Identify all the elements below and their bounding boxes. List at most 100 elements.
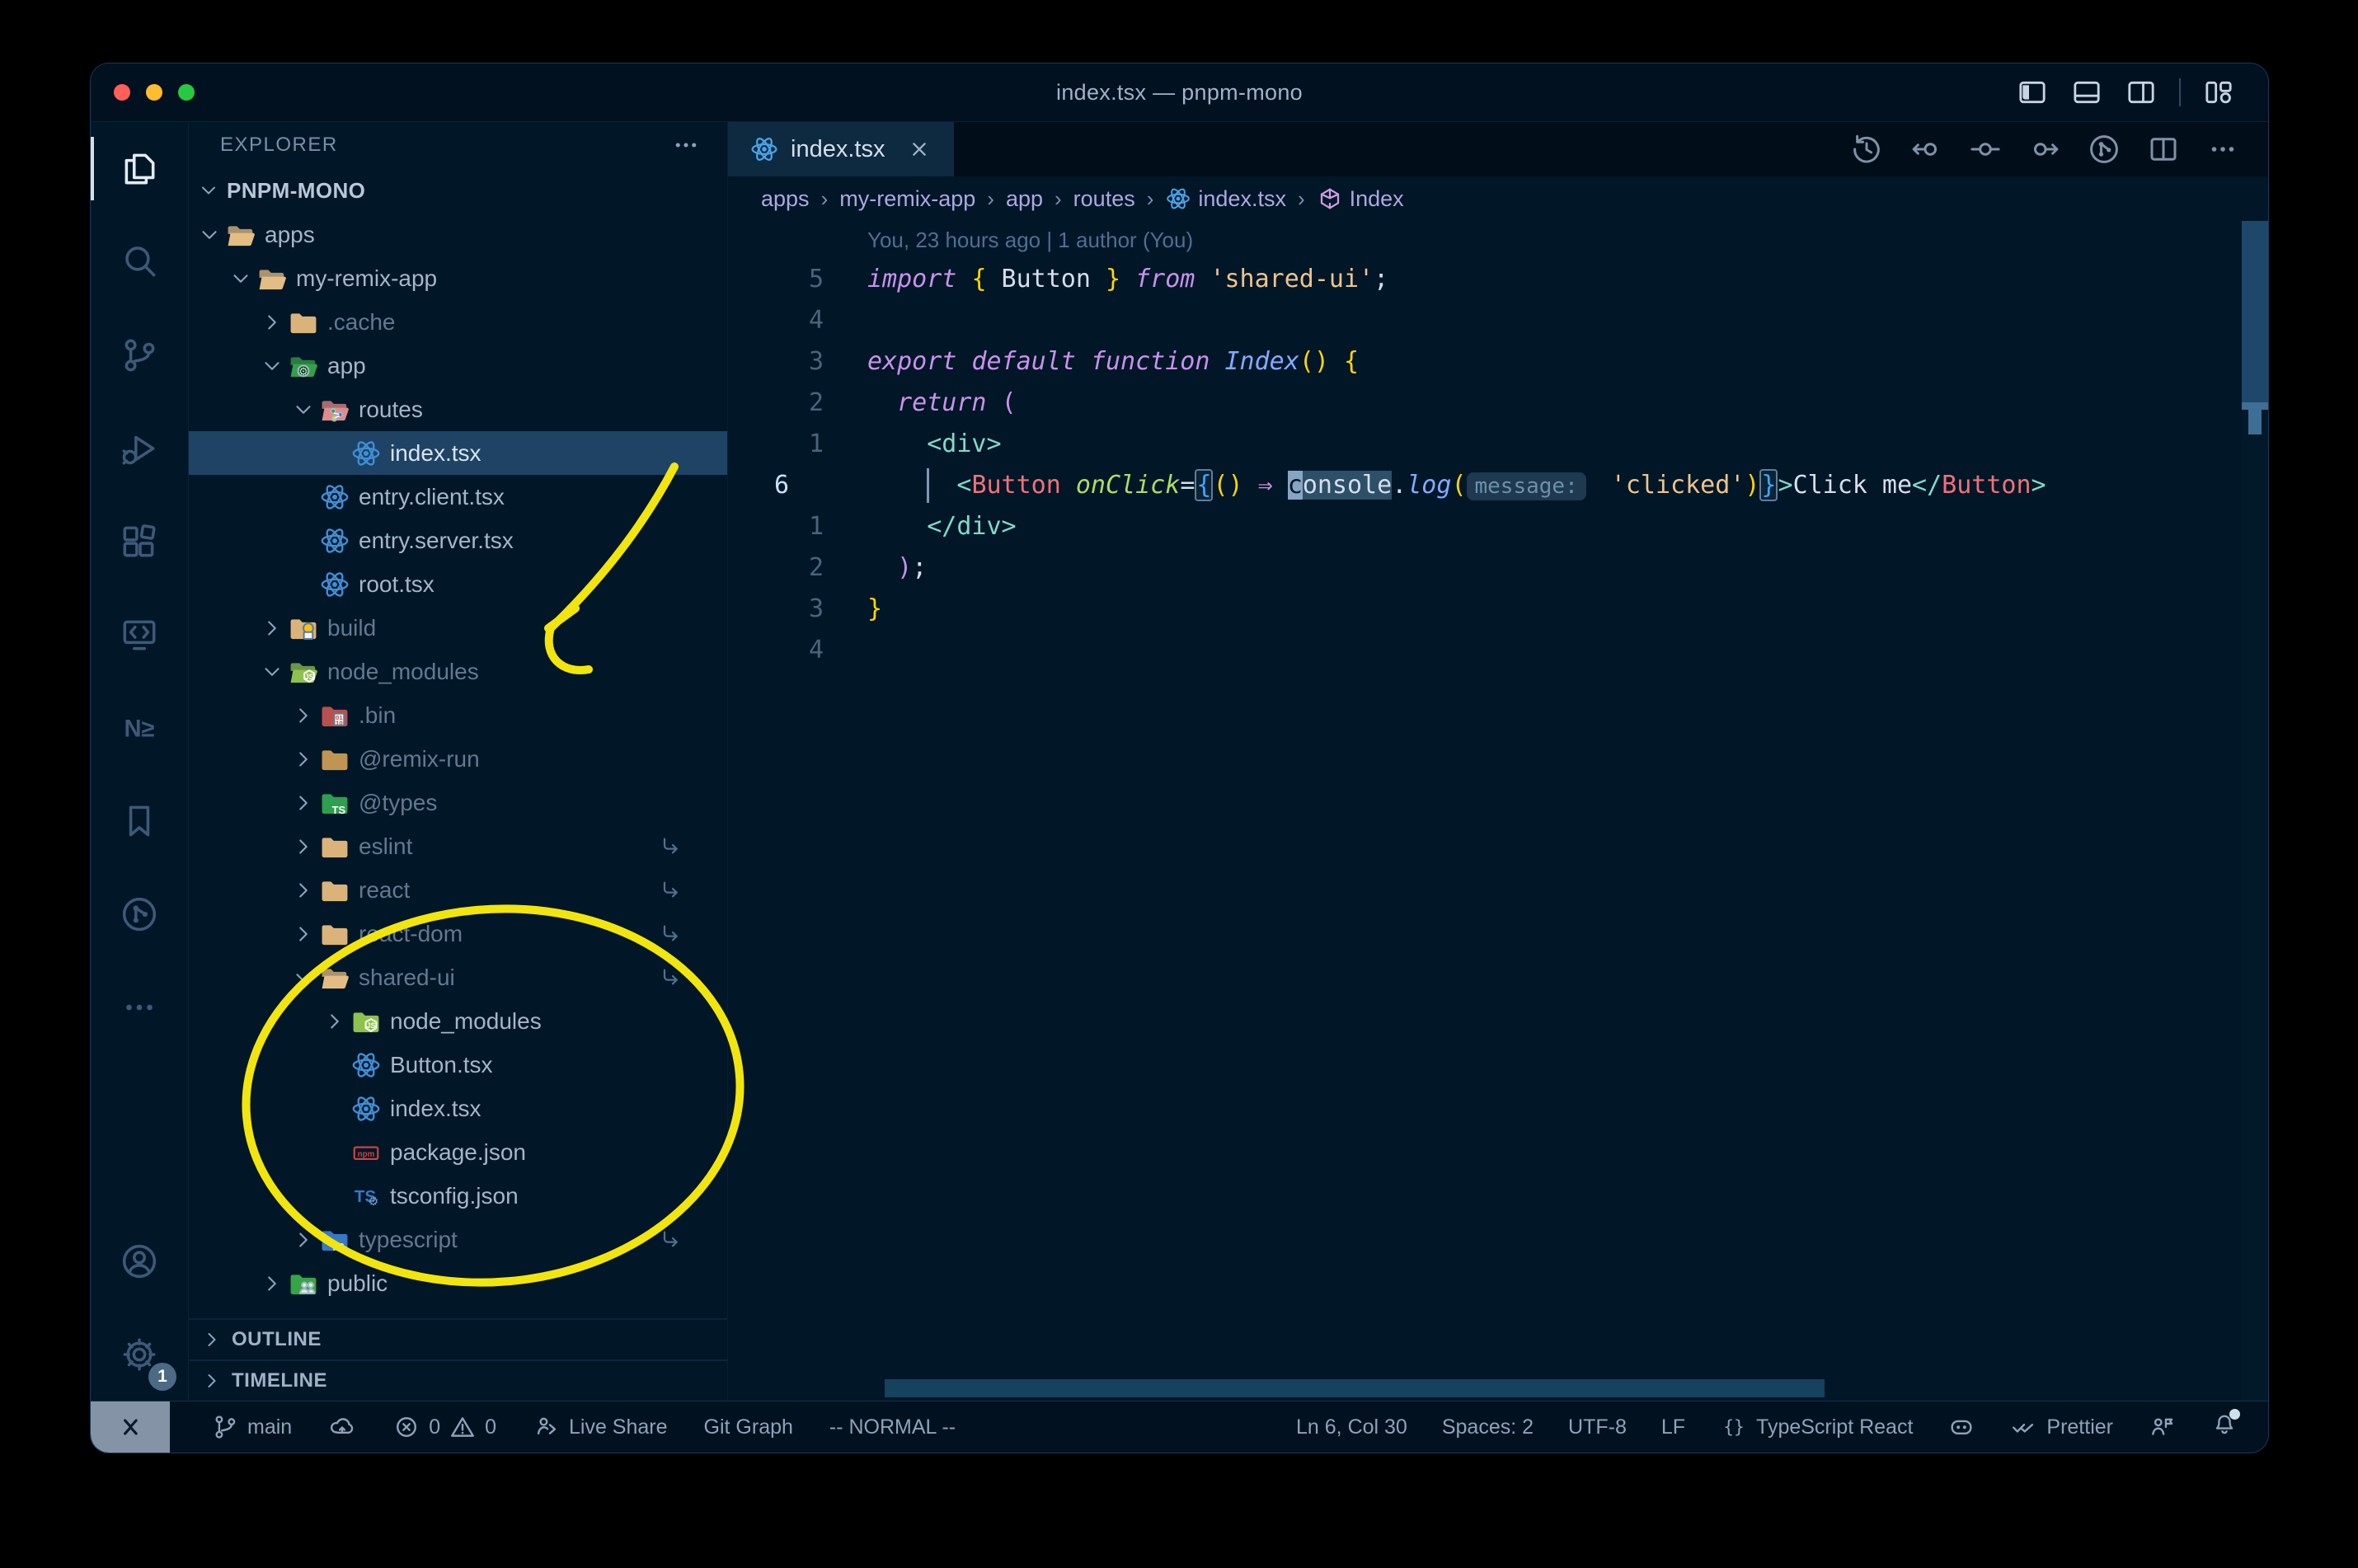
vertical-scrollbar-thumb[interactable] bbox=[2242, 221, 2268, 404]
code-line[interactable]: 4 bbox=[728, 630, 2268, 671]
tree-item-apps[interactable]: apps bbox=[189, 213, 727, 256]
tree-item-root.tsx[interactable]: root.tsx bbox=[189, 562, 727, 606]
tab-index-tsx[interactable]: index.tsx bbox=[728, 122, 955, 176]
tree-item-index.tsx[interactable]: index.tsx bbox=[189, 431, 727, 475]
tree-item-entry.server.tsx[interactable]: entry.server.tsx bbox=[189, 519, 727, 562]
tree-item-@types[interactable]: TS @types bbox=[189, 781, 727, 824]
breadcrumb-item-index.tsx[interactable]: index.tsx bbox=[1165, 185, 1286, 212]
tree-item-.bin[interactable]: 01 10 .bin bbox=[189, 693, 727, 737]
close-tab-icon[interactable] bbox=[906, 136, 932, 162]
code-line[interactable]: 1 <div> bbox=[728, 424, 2268, 465]
tree-item-entry.client.tsx[interactable]: entry.client.tsx bbox=[189, 475, 727, 519]
git-graph-status[interactable]: Git Graph bbox=[704, 1415, 793, 1439]
outline-panel-header[interactable]: OUTLINE bbox=[189, 1318, 727, 1359]
tree-item-shared-ui[interactable]: shared-ui bbox=[189, 955, 727, 999]
activity-run-debug[interactable] bbox=[91, 401, 188, 495]
activity-files[interactable] bbox=[91, 122, 188, 215]
toggle-secondary-sidebar-icon[interactable] bbox=[2125, 76, 2158, 109]
split-editor-icon[interactable] bbox=[2146, 132, 2181, 167]
status-label: 0 bbox=[485, 1415, 496, 1439]
tree-item-typescript[interactable]: TS typescript bbox=[189, 1218, 727, 1261]
activity-git-graph-activity[interactable] bbox=[91, 867, 188, 960]
code-token: Button bbox=[986, 265, 1106, 293]
live-share[interactable]: Live Share bbox=[533, 1413, 668, 1441]
tree-item-package.json[interactable]: npm package.json bbox=[189, 1130, 727, 1174]
activity-remote-explorer[interactable] bbox=[91, 588, 188, 681]
activity-extensions[interactable] bbox=[91, 495, 188, 588]
tree-item-react[interactable]: react bbox=[189, 868, 727, 912]
tree-item-eslint[interactable]: eslint bbox=[189, 824, 727, 868]
branch-status[interactable]: main bbox=[211, 1413, 292, 1441]
notifications[interactable] bbox=[2210, 1408, 2240, 1444]
vertical-scrollbar[interactable] bbox=[2242, 221, 2268, 1401]
timeline-panel-header[interactable]: TIMELINE bbox=[189, 1359, 727, 1401]
prettier-status[interactable]: Prettier bbox=[2010, 1413, 2113, 1441]
tree-item-node_modules[interactable]: JS node_modules bbox=[189, 650, 727, 693]
feedback[interactable] bbox=[2148, 1413, 2176, 1441]
gitlens-graph-icon[interactable] bbox=[2087, 132, 2121, 167]
code-line-current[interactable]: 6 <Button onClick={() ⇒ console.log(mess… bbox=[728, 465, 2268, 506]
code-token: > bbox=[1778, 471, 1793, 500]
tree-item-tsconfig.json[interactable]: TS ⚙ tsconfig.json bbox=[189, 1174, 727, 1218]
code-line[interactable]: 1 </div> bbox=[728, 506, 2268, 547]
breadcrumb-item-Index[interactable]: Index bbox=[1317, 185, 1404, 212]
customize-layout-icon[interactable] bbox=[2202, 76, 2235, 109]
overview-ruler-cursor-marker bbox=[2242, 402, 2268, 410]
activity-more-views[interactable] bbox=[91, 960, 188, 1054]
activity-source-control[interactable] bbox=[91, 308, 188, 401]
code-line[interactable]: 3} bbox=[728, 589, 2268, 630]
workspace-section-header[interactable]: PNPM-MONO bbox=[189, 168, 727, 213]
eol[interactable]: LF bbox=[1661, 1415, 1685, 1439]
language-mode[interactable]: {} TypeScript React bbox=[1720, 1413, 1913, 1441]
activity-settings-gear[interactable]: 1 bbox=[91, 1307, 188, 1401]
publish-changes[interactable] bbox=[328, 1413, 356, 1441]
tsconfig-file-icon: TS ⚙ bbox=[350, 1181, 382, 1212]
next-change-icon[interactable] bbox=[2027, 132, 2062, 167]
tree-item-label: @remix-run bbox=[359, 745, 480, 772]
breadcrumb-item-apps[interactable]: apps bbox=[761, 186, 810, 212]
copilot-status[interactable] bbox=[1947, 1413, 1975, 1441]
encoding[interactable]: UTF-8 bbox=[1568, 1415, 1627, 1439]
breadcrumb-item-app[interactable]: app bbox=[1006, 186, 1043, 212]
tree-item-Button.tsx[interactable]: Button.tsx bbox=[189, 1043, 727, 1087]
problems-status[interactable]: 00 bbox=[392, 1413, 496, 1441]
breadcrumb-item-my-remix-app[interactable]: my-remix-app bbox=[839, 186, 975, 212]
toggle-panel-icon[interactable] bbox=[2070, 76, 2103, 109]
tree-item-build[interactable]: build bbox=[189, 606, 727, 650]
tree-item-app[interactable]: ⚙ app bbox=[189, 344, 727, 387]
tree-item-my-remix-app[interactable]: my-remix-app bbox=[189, 256, 727, 300]
activity-search[interactable] bbox=[91, 215, 188, 308]
tree-item-@remix-run[interactable]: @remix-run bbox=[189, 737, 727, 781]
activity-bookmarks[interactable] bbox=[91, 774, 188, 867]
more-actions-icon[interactable] bbox=[2205, 132, 2240, 167]
horizontal-scrollbar-thumb[interactable] bbox=[885, 1379, 1825, 1397]
code-line[interactable]: 2 return ( bbox=[728, 383, 2268, 424]
code-line[interactable]: 2 ); bbox=[728, 547, 2268, 589]
tree-item-index.tsx[interactable]: index.tsx bbox=[189, 1087, 727, 1130]
breadcrumb-item-routes[interactable]: routes bbox=[1073, 186, 1135, 212]
tree-item-routes[interactable]: routes bbox=[189, 387, 727, 431]
nx-console-icon: N≥ bbox=[119, 707, 160, 749]
tree-item-react-dom[interactable]: react-dom bbox=[189, 912, 727, 955]
history-icon[interactable] bbox=[1849, 132, 1884, 167]
explorer-more-actions-icon[interactable] bbox=[671, 130, 701, 160]
tree-item-.cache[interactable]: .cache bbox=[189, 300, 727, 344]
open-changes-icon[interactable] bbox=[1968, 132, 2003, 167]
code-editor[interactable]: You, 23 hours ago | 1 author (You) 5 impo… bbox=[728, 221, 2268, 1401]
previous-change-icon[interactable] bbox=[1909, 132, 1943, 167]
svg-text:⚙: ⚙ bbox=[298, 365, 308, 378]
cursor-position[interactable]: Ln 6, Col 30 bbox=[1296, 1415, 1407, 1439]
remote-indicator[interactable] bbox=[91, 1401, 170, 1453]
code-line[interactable]: 4 bbox=[728, 300, 2268, 341]
toggle-sidebar-icon[interactable] bbox=[2016, 76, 2049, 109]
indentation[interactable]: Spaces: 2 bbox=[1442, 1415, 1534, 1439]
tree-item-public[interactable]: public bbox=[189, 1261, 727, 1305]
chevron-right-icon bbox=[260, 616, 284, 641]
activity-nx-console[interactable]: N≥ bbox=[91, 681, 188, 774]
code-line[interactable]: 5 import { Button } from 'shared-ui'; bbox=[728, 259, 2268, 300]
tree-item-node_modules[interactable]: JS node_modules bbox=[189, 999, 727, 1043]
code-line[interactable]: 3 export default function Index() { bbox=[728, 341, 2268, 383]
vim-mode[interactable]: -- NORMAL -- bbox=[829, 1415, 956, 1439]
activity-account[interactable] bbox=[91, 1214, 188, 1307]
